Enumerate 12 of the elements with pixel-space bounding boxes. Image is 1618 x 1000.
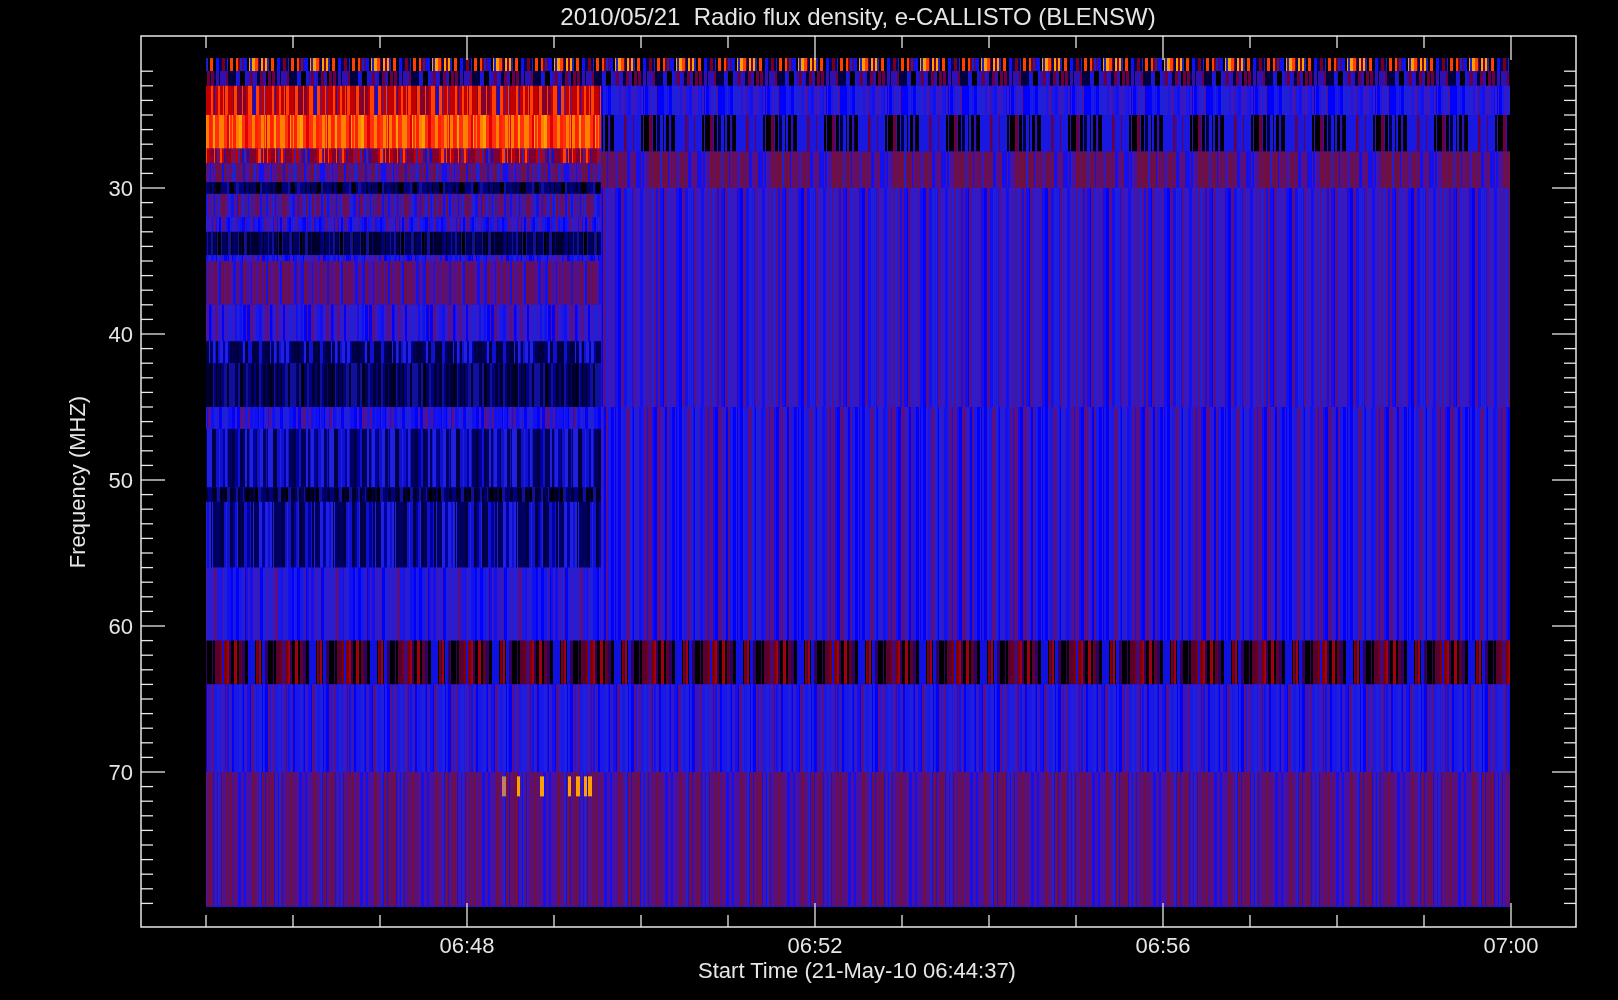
tick-label: 06:48 <box>439 933 495 958</box>
tick-label: 06:56 <box>1135 933 1191 958</box>
axis-label: Frequency (MHZ) <box>65 395 90 569</box>
tick-label: 70 <box>108 760 133 785</box>
chart-title: 2010/05/21 Radio flux density, e-CALLISTO (BLENSW) <box>560 3 1156 30</box>
tick-label: 50 <box>108 468 133 493</box>
tick-label: 40 <box>108 322 133 347</box>
tick-label: 07:00 <box>1483 933 1539 958</box>
tick-label: 30 <box>108 176 133 201</box>
tick-label: 60 <box>108 614 133 639</box>
tick-label: 06:52 <box>787 933 843 958</box>
axis-label: Start Time (21-May-10 06:44:37) <box>698 958 1016 983</box>
